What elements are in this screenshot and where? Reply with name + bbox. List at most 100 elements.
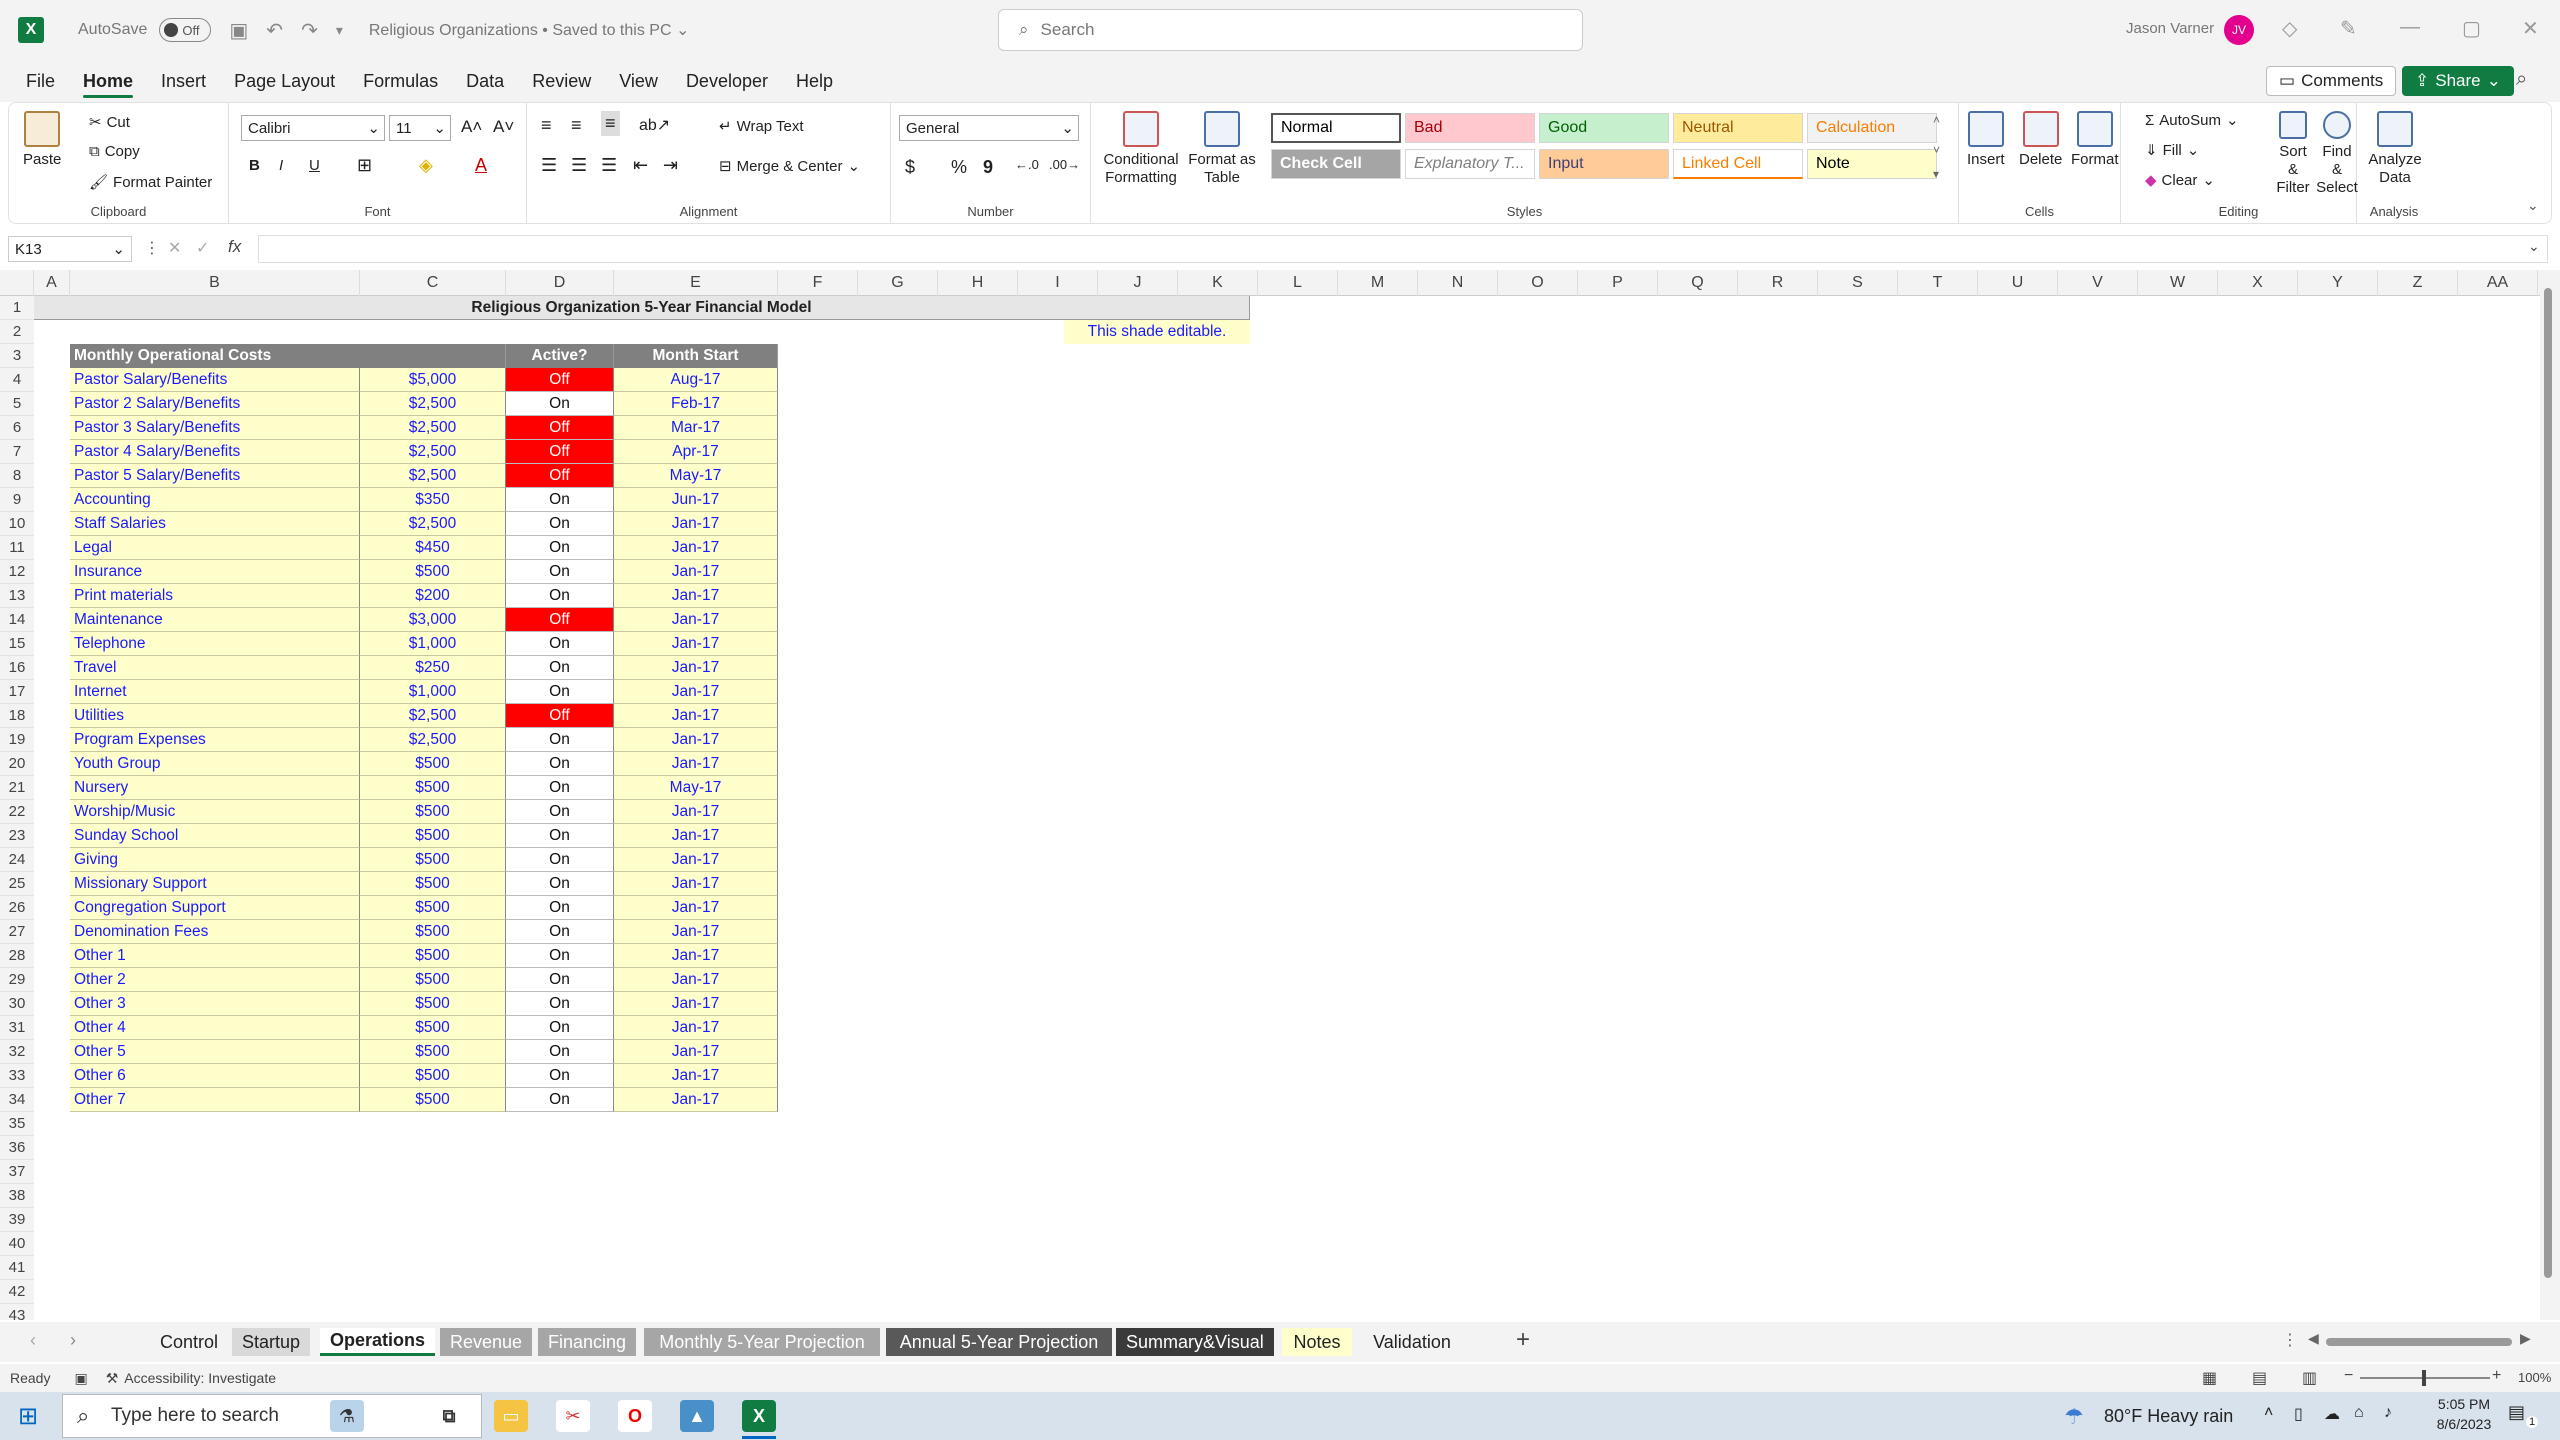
copy-button[interactable]: ⧉ Copy bbox=[89, 143, 140, 160]
active-toggle[interactable]: On bbox=[506, 728, 614, 752]
cost-label[interactable]: Travel bbox=[70, 656, 360, 680]
tab-notes[interactable]: Notes bbox=[1282, 1328, 1352, 1356]
cell-style-calculation[interactable]: Calculation bbox=[1807, 113, 1937, 143]
cost-label[interactable]: Worship/Music bbox=[70, 800, 360, 824]
column-header-n[interactable]: N bbox=[1418, 270, 1498, 296]
cost-label[interactable]: Other 2 bbox=[70, 968, 360, 992]
font-color-icon[interactable]: A bbox=[475, 155, 487, 176]
column-header-u[interactable]: U bbox=[1978, 270, 2058, 296]
file-explorer-icon[interactable]: ▭ bbox=[494, 1400, 528, 1432]
find-select-button[interactable]: Find & Select bbox=[2316, 111, 2358, 197]
cost-label[interactable]: Denomination Fees bbox=[70, 920, 360, 944]
month-start[interactable]: Jan-17 bbox=[614, 896, 778, 920]
row-header[interactable]: 20 bbox=[0, 752, 34, 776]
wrap-text-button[interactable]: ↵ Wrap Text bbox=[719, 117, 804, 136]
decrease-indent-icon[interactable]: ⇤ bbox=[633, 155, 648, 176]
active-toggle[interactable]: On bbox=[506, 512, 614, 536]
row-header[interactable]: 15 bbox=[0, 632, 34, 656]
diamond-icon[interactable]: ◇ bbox=[2282, 16, 2297, 41]
search-input[interactable]: ⌕ Search bbox=[998, 9, 1583, 51]
row-header[interactable]: 27 bbox=[0, 920, 34, 944]
active-toggle[interactable]: On bbox=[506, 488, 614, 512]
page-layout-view-icon[interactable]: ▤ bbox=[2252, 1368, 2267, 1388]
column-header-i[interactable]: I bbox=[1018, 270, 1098, 296]
active-toggle[interactable]: On bbox=[506, 896, 614, 920]
formula-input[interactable] bbox=[258, 235, 2548, 263]
cost-amount[interactable]: $500 bbox=[360, 896, 506, 920]
format-painter-button[interactable]: 🖌 Format Painter bbox=[89, 173, 212, 192]
cost-label[interactable]: Pastor 4 Salary/Benefits bbox=[70, 440, 360, 464]
row-header[interactable]: 36 bbox=[0, 1136, 34, 1160]
cost-amount[interactable]: $500 bbox=[360, 920, 506, 944]
shrink-font-icon[interactable]: A˅ bbox=[493, 117, 514, 137]
scroll-thumb[interactable] bbox=[2544, 288, 2552, 1278]
clock-date[interactable]: 8/6/2023 bbox=[2424, 1416, 2504, 1432]
comma-button[interactable]: 9 bbox=[983, 157, 993, 178]
horizontal-scrollbar[interactable] bbox=[2326, 1338, 2512, 1346]
month-start[interactable]: Jan-17 bbox=[614, 728, 778, 752]
macro-record-icon[interactable]: ▣ bbox=[74, 1370, 87, 1387]
cost-amount[interactable]: $500 bbox=[360, 968, 506, 992]
active-toggle[interactable]: On bbox=[506, 944, 614, 968]
zoom-slider-thumb[interactable] bbox=[2422, 1370, 2426, 1386]
menu-insert[interactable]: Insert bbox=[161, 60, 206, 102]
tab-options-icon[interactable]: ⋮ bbox=[2282, 1330, 2298, 1350]
month-start[interactable]: Jan-17 bbox=[614, 752, 778, 776]
grow-font-icon[interactable]: A˄ bbox=[461, 117, 482, 137]
month-start[interactable]: Jan-17 bbox=[614, 848, 778, 872]
column-header-w[interactable]: W bbox=[2138, 270, 2218, 296]
format-as-table-button[interactable]: Format as Table bbox=[1187, 111, 1257, 187]
menu-developer[interactable]: Developer bbox=[686, 60, 768, 102]
save-icon[interactable]: ▣ bbox=[229, 18, 248, 43]
cell-style-good[interactable]: Good bbox=[1539, 113, 1669, 143]
column-header-z[interactable]: Z bbox=[2378, 270, 2458, 296]
row-header[interactable]: 6 bbox=[0, 416, 34, 440]
network-icon[interactable]: ⌂ bbox=[2354, 1404, 2364, 1422]
name-box[interactable]: K13 ⌄ bbox=[8, 236, 132, 262]
row-header[interactable]: 25 bbox=[0, 872, 34, 896]
bold-button[interactable]: B bbox=[249, 157, 260, 174]
cancel-icon[interactable]: ✕ bbox=[168, 238, 181, 258]
cost-label[interactable]: Other 5 bbox=[70, 1040, 360, 1064]
cost-label[interactable]: Internet bbox=[70, 680, 360, 704]
row-header[interactable]: 14 bbox=[0, 608, 34, 632]
cost-amount[interactable]: $5,000 bbox=[360, 368, 506, 392]
active-toggle[interactable]: On bbox=[506, 752, 614, 776]
active-toggle[interactable]: Off bbox=[506, 440, 614, 464]
row-header[interactable]: 23 bbox=[0, 824, 34, 848]
row-header[interactable]: 1 bbox=[0, 296, 34, 320]
cut-button[interactable]: ✂ Cut bbox=[89, 113, 130, 132]
font-name-select[interactable]: Calibri ⌄ bbox=[241, 115, 385, 141]
cost-amount[interactable]: $500 bbox=[360, 1040, 506, 1064]
row-header[interactable]: 31 bbox=[0, 1016, 34, 1040]
month-start[interactable]: Jan-17 bbox=[614, 608, 778, 632]
percent-button[interactable]: % bbox=[951, 157, 967, 178]
menu-page-layout[interactable]: Page Layout bbox=[234, 60, 335, 102]
cell-style-input[interactable]: Input bbox=[1539, 149, 1669, 179]
hscroll-right-icon[interactable]: ▶ bbox=[2520, 1330, 2531, 1347]
restore-icon[interactable]: ▢ bbox=[2462, 16, 2481, 41]
share-button[interactable]: ⇪ Share ⌄ bbox=[2402, 66, 2514, 96]
tab-annual-5-year-projection[interactable]: Annual 5-Year Projection bbox=[886, 1328, 1112, 1356]
active-toggle[interactable]: On bbox=[506, 536, 614, 560]
app-icon[interactable]: ▲ bbox=[680, 1400, 714, 1432]
active-toggle[interactable]: Off bbox=[506, 416, 614, 440]
font-size-select[interactable]: 11 ⌄ bbox=[389, 115, 451, 141]
active-toggle[interactable]: On bbox=[506, 1064, 614, 1088]
row-header[interactable]: 8 bbox=[0, 464, 34, 488]
borders-icon[interactable]: ⊞ bbox=[357, 155, 372, 176]
active-toggle[interactable]: On bbox=[506, 632, 614, 656]
zoom-in-icon[interactable]: + bbox=[2492, 1367, 2501, 1385]
column-header-h[interactable]: H bbox=[938, 270, 1018, 296]
active-toggle[interactable]: Off bbox=[506, 464, 614, 488]
tab-validation[interactable]: Validation bbox=[1362, 1328, 1462, 1356]
header-month-start[interactable]: Month Start bbox=[614, 344, 778, 368]
month-start[interactable]: Jan-17 bbox=[614, 968, 778, 992]
delete-cells-button[interactable]: Delete bbox=[2019, 111, 2062, 169]
column-header-r[interactable]: R bbox=[1738, 270, 1818, 296]
row-header[interactable]: 4 bbox=[0, 368, 34, 392]
active-toggle[interactable]: On bbox=[506, 992, 614, 1016]
month-start[interactable]: Jan-17 bbox=[614, 1016, 778, 1040]
cost-amount[interactable]: $500 bbox=[360, 1088, 506, 1112]
enter-icon[interactable]: ✓ bbox=[196, 238, 209, 258]
